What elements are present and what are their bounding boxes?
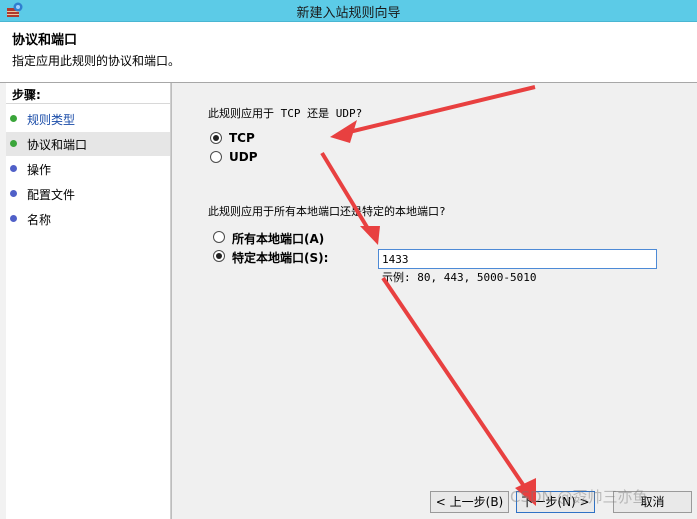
specific-ports-radio[interactable] [213, 250, 225, 262]
port-input[interactable]: 1433 [378, 249, 657, 269]
step-pending-icon [10, 165, 17, 172]
step-done-icon [10, 115, 17, 122]
step-label: 协议和端口 [27, 138, 88, 152]
step-current-icon [10, 140, 17, 147]
step-label: 名称 [27, 213, 52, 227]
step-action: 操作 [6, 157, 170, 181]
all-ports-label[interactable]: 所有本地端口(A) [232, 230, 324, 247]
udp-label[interactable]: UDP [229, 150, 258, 164]
all-ports-radio[interactable] [213, 231, 225, 243]
ports-question: 此规则应用于所有本地端口还是特定的本地端口? [208, 205, 446, 218]
step-profile: 配置文件 [6, 182, 170, 206]
step-label: 操作 [27, 163, 52, 177]
watermark: CSDN @孬帅三亦鱼 [510, 488, 648, 506]
specific-ports-label[interactable]: 特定本地端口(S): [232, 249, 328, 266]
back-button[interactable]: < 上一步(B) [430, 491, 509, 513]
page-title: 协议和端口 [12, 33, 78, 48]
steps-heading: 步骤: [12, 88, 41, 102]
window-title: 新建入站规则向导 [296, 6, 401, 21]
step-label: 配置文件 [27, 188, 76, 202]
wizard-header: 协议和端口 指定应用此规则的协议和端口。 [0, 22, 697, 83]
step-label: 规则类型 [27, 113, 76, 127]
tcp-radio[interactable] [210, 132, 222, 144]
steps-panel: 步骤: 规则类型 协议和端口 操作 配置文件 名称 [6, 83, 171, 519]
port-example-text: 示例: 80, 443, 5000-5010 [382, 271, 537, 284]
steps-divider [6, 103, 170, 104]
page-subtitle: 指定应用此规则的协议和端口。 [12, 54, 181, 68]
step-pending-icon [10, 215, 17, 222]
step-protocol-ports[interactable]: 协议和端口 [6, 132, 170, 156]
content-panel: 此规则应用于 TCP 还是 UDP? TCP UDP 此规则应用于所有本地端口还… [171, 83, 697, 519]
step-name: 名称 [6, 207, 170, 231]
step-rule-type[interactable]: 规则类型 [6, 107, 170, 131]
protocol-question: 此规则应用于 TCP 还是 UDP? [208, 107, 363, 120]
title-bar: 新建入站规则向导 [0, 0, 697, 22]
udp-radio[interactable] [210, 151, 222, 163]
step-pending-icon [10, 190, 17, 197]
tcp-label[interactable]: TCP [229, 131, 255, 145]
